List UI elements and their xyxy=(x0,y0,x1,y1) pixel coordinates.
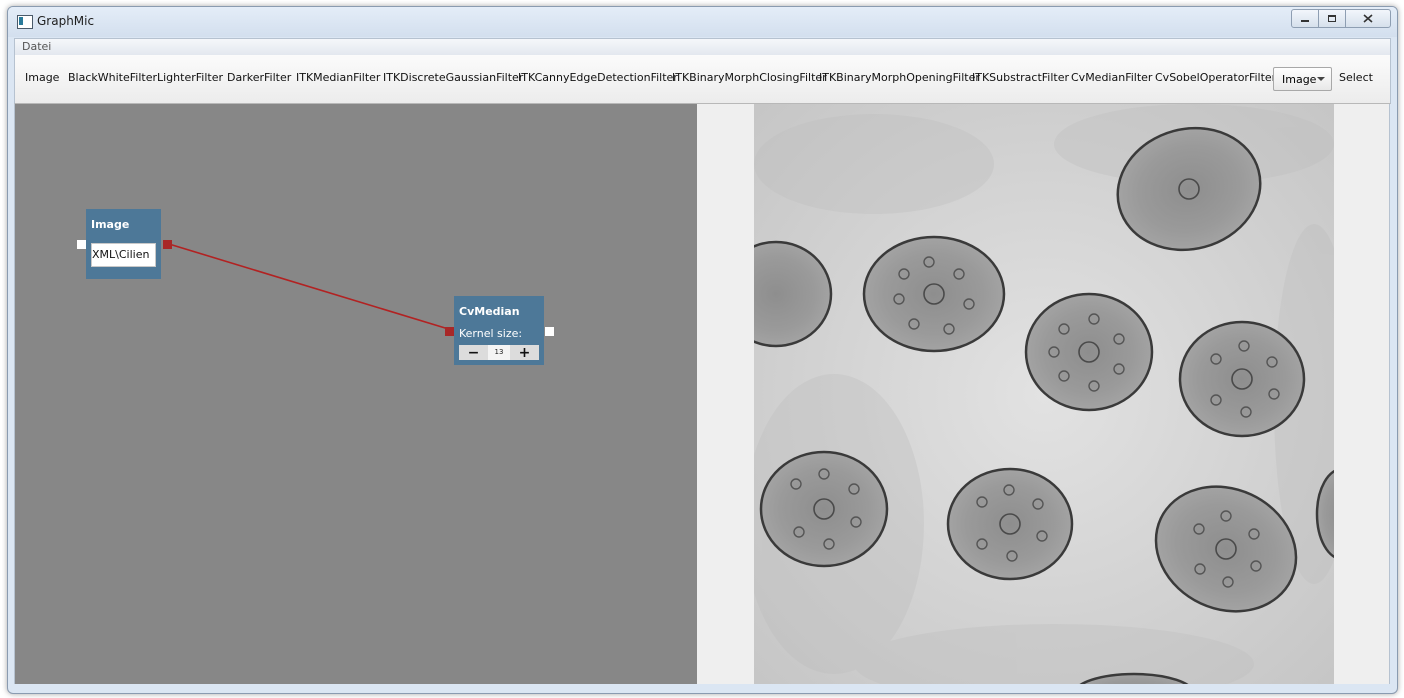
toolbar-itkcannyedgedetectionfilter-button[interactable]: ITKCannyEdgeDetectionFilter xyxy=(518,71,678,84)
image-node-output-port[interactable] xyxy=(163,240,172,249)
toolbar-darkerfilter-button[interactable]: DarkerFilter xyxy=(227,71,291,84)
cvmedian-node-input-port[interactable] xyxy=(445,327,454,336)
maximize-button[interactable] xyxy=(1318,9,1346,28)
toolbar-itkbinarymorphopeningfilter-button[interactable]: ITKBinaryMorphOpeningFilter xyxy=(819,71,980,84)
combo-selected-label: Image xyxy=(1282,73,1317,86)
toolbar-itksubstractfilter-button[interactable]: ITKSubstractFilter xyxy=(972,71,1069,84)
node-graph-canvas[interactable]: Image XML\Cilien CvMedian Kernel size: −… xyxy=(14,104,697,684)
title-bar[interactable]: GraphMic xyxy=(8,7,1397,37)
kernel-size-label: Kernel size: xyxy=(459,327,523,340)
toolbar-itkmedianfilter-button[interactable]: ITKMedianFilter xyxy=(296,71,380,84)
graph-links xyxy=(168,243,456,332)
app-window: GraphMic Datei Image BlackWhiteFilter Li… xyxy=(7,6,1398,694)
minimize-icon xyxy=(1301,19,1309,22)
menu-datei[interactable]: Datei xyxy=(22,40,51,53)
toolbar-itkdiscretegaussianfilter-button[interactable]: ITKDiscreteGaussianFilter xyxy=(383,71,523,84)
link-image-to-cvmedian[interactable] xyxy=(168,243,456,332)
cvmedian-node-title: CvMedian xyxy=(459,305,520,318)
display-mode-combo[interactable]: Image xyxy=(1273,67,1332,91)
toolbar-cvsobeloperatorfilter-button[interactable]: CvSobelOperatorFilter xyxy=(1155,71,1276,84)
close-icon xyxy=(1363,14,1373,23)
cilia-micrograph-image xyxy=(754,104,1334,684)
kernel-size-stepper: − 13 + xyxy=(459,345,539,361)
toolbar-cvmedianfilter-button[interactable]: CvMedianFilter xyxy=(1071,71,1152,84)
window-title: GraphMic xyxy=(37,14,95,28)
image-node-title: Image xyxy=(91,218,130,231)
toolbar-select-button[interactable]: Select xyxy=(1339,71,1373,84)
app-icon xyxy=(17,15,33,29)
close-button[interactable] xyxy=(1345,9,1391,28)
toolbar-image-button[interactable]: Image xyxy=(25,71,59,84)
toolbar-blackwhitefilter-button[interactable]: BlackWhiteFilter xyxy=(68,71,157,84)
decrement-button[interactable]: − xyxy=(459,345,488,361)
window-controls xyxy=(1291,9,1391,28)
toolbar-lighterfilter-button[interactable]: LighterFilter xyxy=(157,71,223,84)
kernel-size-value[interactable]: 13 xyxy=(488,345,510,360)
chevron-down-icon xyxy=(1317,77,1325,81)
increment-button[interactable]: + xyxy=(510,345,539,361)
image-node-input-port[interactable] xyxy=(77,240,86,249)
toolbar: Image BlackWhiteFilter LighterFilter Dar… xyxy=(14,55,1391,104)
toolbar-itkbinarymorphclosingfilter-button[interactable]: ITKBinaryMorphClosingFilter xyxy=(672,71,827,84)
cvmedian-node-output-port[interactable] xyxy=(545,327,554,336)
image-path-value: XML\Cilien xyxy=(92,248,150,261)
image-path-input[interactable]: XML\Cilien xyxy=(91,243,156,267)
image-viewer[interactable] xyxy=(697,104,1390,684)
maximize-icon xyxy=(1328,15,1336,22)
menu-bar: Datei xyxy=(14,38,1391,56)
cvmedian-node[interactable]: CvMedian Kernel size: − 13 + xyxy=(454,296,544,365)
minimize-button[interactable] xyxy=(1291,9,1319,28)
image-node[interactable]: Image XML\Cilien xyxy=(86,209,161,279)
